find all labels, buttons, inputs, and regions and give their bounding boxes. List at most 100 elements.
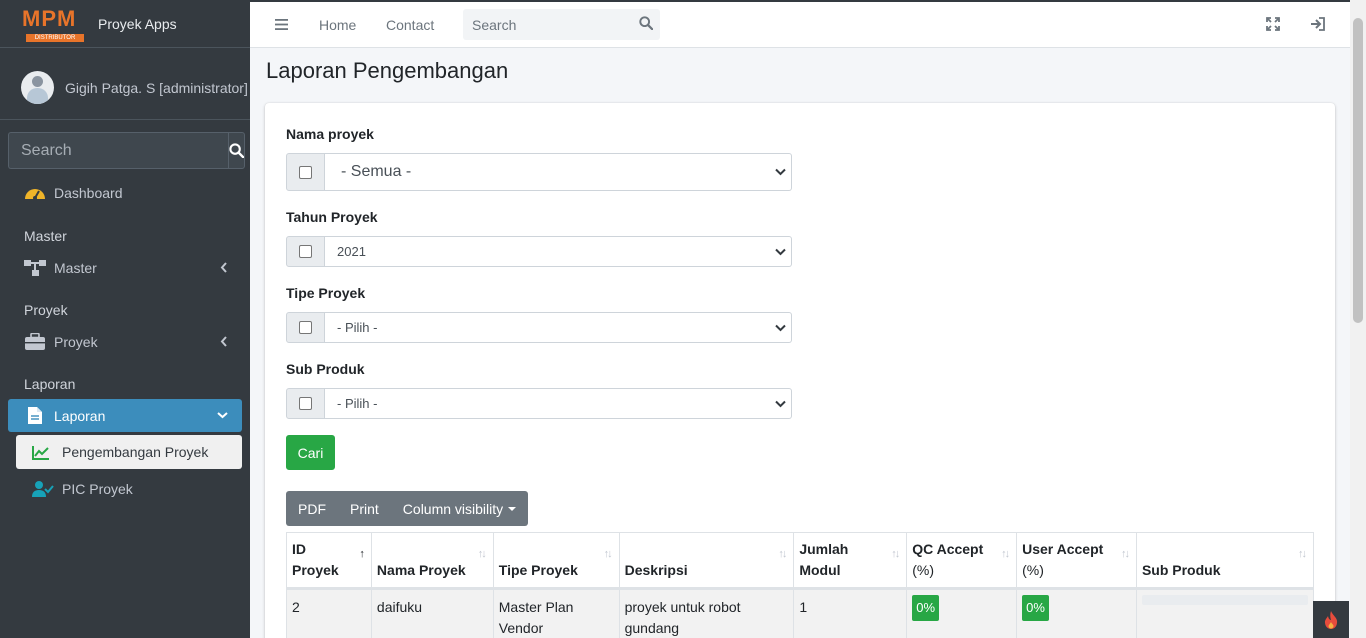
column-header-qc-accept[interactable]: QC Accept (%) ↑↓ [906,532,1018,590]
nav-header-laporan: Laporan [24,376,76,392]
search-icon [229,143,244,158]
chevron-down-icon [775,168,786,176]
checkbox-nama-proyek[interactable] [286,153,325,191]
header-line-1: User Accept [1022,541,1104,557]
checkbox-tahun-proyek[interactable] [286,236,325,267]
cell-id: 2 [286,588,372,638]
user-panel[interactable]: Gigih Patga. S [administrator] [0,56,250,120]
cell-nama: daifuku [370,588,494,638]
field-sub-produk: - Pilih - [286,388,792,419]
header-line-2: Modul [799,562,841,578]
tachometer-icon [24,183,46,203]
user-name[interactable]: Gigih Patga. S [administrator] [65,80,248,96]
sort-icon: ↑↓ [477,548,487,560]
header-label: Sub Produk [1141,562,1221,578]
top-navbar: Home Contact [250,0,1350,48]
file-icon [24,406,46,426]
page-title: Laporan Pengembangan [266,58,509,83]
cell-qc-accept: 0% [906,588,1018,638]
chevron-left-icon [220,262,227,273]
avatar [21,71,54,104]
user-check-icon [32,480,54,498]
sign-out-icon[interactable] [1310,17,1325,31]
sidebar-subitem-label: PIC Proyek [62,481,133,497]
table-header-row: ID Proyek ↑ Nama Proyek ↑↓ Tipe Proyek ↑↓ De… [286,532,1315,590]
brand-link[interactable]: MPM DISTRIBUTOR Proyek Apps [0,0,250,48]
print-button[interactable]: Print [338,491,391,526]
navbar-search [463,9,660,40]
sort-icon: ↑↓ [778,548,787,560]
report-table: ID Proyek ↑ Nama Proyek ↑↓ Tipe Proyek ↑↓ De… [286,532,1315,638]
sidebar-search-input[interactable] [8,132,228,169]
chevron-down-icon [217,412,228,419]
sidebar-subitem-pengembangan-proyek[interactable]: Pengembangan Proyek [16,435,242,469]
logo-subtext: DISTRIBUTOR [26,33,84,42]
column-header-nama-proyek[interactable]: Nama Proyek ↑↓ [370,532,494,590]
select-tahun-proyek[interactable]: 2021 [325,236,792,267]
select-value: - Semua - [341,163,412,180]
navbar-search-input[interactable] [463,16,623,33]
search-icon[interactable] [639,16,653,30]
column-header-sub-produk[interactable]: Sub Produk ↑↓ [1135,532,1315,590]
chart-line-icon [32,445,52,460]
cell-deskripsi: proyek untuk robot gundang [618,588,795,638]
select-tipe-proyek[interactable]: - Pilih - [325,312,792,343]
briefcase-icon [24,332,46,352]
field-tipe-proyek: - Pilih - [286,312,792,343]
column-header-deskripsi[interactable]: Deskripsi ↑↓ [618,532,795,590]
header-line-1: Jumlah [799,541,849,557]
nav-link-home[interactable]: Home [319,17,356,33]
column-header-tipe-proyek[interactable]: Tipe Proyek ↑↓ [492,532,620,590]
expand-icon[interactable] [1266,17,1280,31]
company-logo: MPM DISTRIBUTOR [22,6,88,42]
select-value: - Pilih - [337,320,378,335]
header-label: Nama Proyek [376,562,466,578]
nav-link-contact[interactable]: Contact [386,17,434,33]
nav-header-proyek: Proyek [24,302,68,318]
chevron-left-icon [220,336,227,347]
search-submit-button[interactable]: Cari [286,435,335,470]
header-label: Tipe Proyek [498,562,578,578]
column-header-user-accept[interactable]: User Accept (%) ↑↓ [1016,532,1137,590]
sort-asc-icon: ↑ [359,548,364,560]
field-nama-proyek: - Semua - [286,153,792,191]
app-name: Proyek Apps [98,15,177,32]
hamburger-icon[interactable] [275,18,288,31]
column-header-jumlah-modul[interactable]: Jumlah Modul ↑↓ [793,532,908,590]
field-tahun-proyek: 2021 [286,236,792,267]
sidebar-item-label: Master [54,259,97,276]
label-nama-proyek: Nama proyek [286,126,374,142]
sidebar-item-proyek[interactable]: Proyek [8,325,242,358]
page-scrollbar[interactable] [1350,0,1366,638]
column-header-id-proyek[interactable]: ID Proyek ↑ [286,532,372,590]
sort-icon: ↑↓ [1298,548,1307,560]
sidebar-item-master[interactable]: Master [8,251,242,284]
sidebar-search [8,132,245,169]
pdf-button[interactable]: PDF [286,491,338,526]
chevron-down-icon [775,400,786,407]
sitemap-icon [24,258,46,278]
sidebar-item-label: Dashboard [54,184,123,201]
user-accept-badge: 0% [1022,595,1049,621]
sort-icon: ↑↓ [603,548,613,560]
select-value: 2021 [337,244,366,259]
column-visibility-button[interactable]: Column visibility [391,491,528,526]
scrollbar-thumb[interactable] [1353,18,1363,323]
header-line-1: ID [292,541,306,557]
sidebar: MPM DISTRIBUTOR Proyek Apps Gigih Patga.… [0,0,250,638]
fire-icon [1324,610,1338,629]
checkbox-tipe-proyek[interactable] [286,312,325,343]
sidebar-item-dashboard[interactable]: Dashboard [8,176,242,209]
cell-jumlah-modul: 1 [793,588,908,638]
sidebar-search-button[interactable] [228,132,245,169]
sidebar-subitem-pic-proyek[interactable]: PIC Proyek [16,472,242,506]
select-nama-proyek[interactable]: - Semua - [325,153,792,191]
select-sub-produk[interactable]: - Pilih - [325,388,792,419]
debug-toolbar-button[interactable] [1313,601,1349,638]
label-tahun-proyek: Tahun Proyek [286,209,378,225]
header-line-2: (%) [912,562,934,578]
sort-icon: ↑↓ [1001,548,1010,560]
sidebar-item-laporan[interactable]: Laporan [8,399,242,432]
checkbox-sub-produk[interactable] [286,388,325,419]
sidebar-item-label: Laporan [54,407,106,424]
